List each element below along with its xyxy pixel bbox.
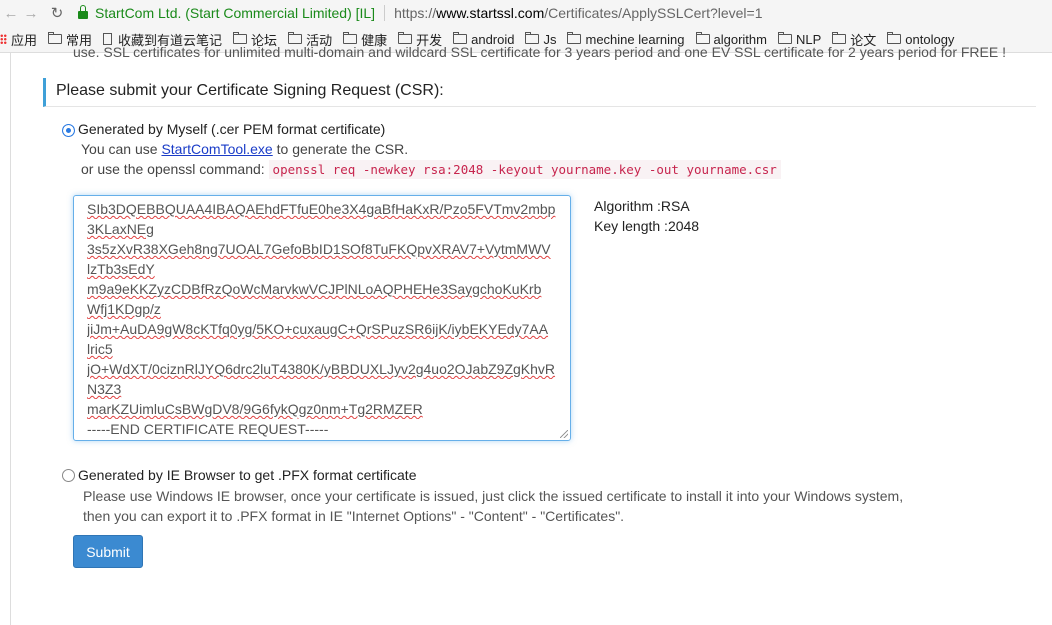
csr-line: N3Z3	[87, 381, 122, 397]
folder-icon	[887, 32, 902, 44]
folder-icon	[48, 32, 63, 44]
csr-line: lric5	[87, 341, 113, 357]
folder-icon	[453, 32, 468, 44]
back-icon[interactable]: ←	[2, 5, 20, 22]
page-content: use. SSL certificates for unlimited mult…	[10, 44, 1052, 625]
help-text: You can use	[81, 141, 162, 157]
csr-line: lzTb3sEdY	[87, 261, 155, 277]
csr-line: 3s5zXvR38XGeh8ng7UOAL7GefoBbID1SOf8TuFKQ…	[87, 241, 551, 257]
section-header: Please submit your Certificate Signing R…	[43, 78, 1036, 107]
option-ie-label[interactable]: Generated by IE Browser to get .PFX form…	[78, 467, 416, 483]
key-info: Algorithm :RSA Key length :2048	[594, 196, 699, 236]
folder-icon	[777, 32, 792, 44]
folder-icon	[525, 32, 540, 44]
intro-text-cut: use. SSL certificates for unlimited mult…	[73, 44, 1006, 60]
url-scheme: https://	[394, 5, 437, 21]
algorithm-label: Algorithm :RSA	[594, 198, 690, 214]
submit-button[interactable]: Submit	[73, 535, 143, 568]
radio-ie-browser[interactable]	[62, 469, 75, 482]
csr-line: SIb3DQEBBQUAA4IBAQAEhdFTfuE0he3X4gaBfHaK…	[87, 201, 556, 217]
certificate-org[interactable]: StartCom Ltd. (Start Commercial Limited)…	[95, 5, 375, 21]
resize-handle-icon[interactable]	[560, 430, 568, 438]
folder-icon	[288, 32, 303, 44]
description-line: Please use Windows IE browser, once your…	[83, 488, 904, 504]
csr-textarea[interactable]: SIb3DQEBBQUAA4IBAQAEhdFTfuE0he3X4gaBfHaK…	[73, 195, 571, 441]
address-bar: ← → ↻ StartCom Ltd. (Start Commercial Li…	[0, 0, 1052, 26]
description-line: then you can export it to .PFX format in…	[83, 508, 625, 524]
help-text: to generate the CSR.	[272, 141, 409, 157]
openssl-command: openssl req -newkey rsa:2048 -keyout you…	[268, 160, 781, 179]
folder-icon	[567, 32, 582, 44]
lock-icon	[78, 5, 88, 19]
folder-icon	[398, 32, 413, 44]
folder-icon	[695, 32, 710, 44]
bookmark-apps[interactable]: 应用	[0, 30, 37, 49]
option-myself-openssl: or use the openssl command: openssl req …	[81, 160, 781, 179]
csr-line: -----END CERTIFICATE REQUEST-----	[87, 421, 329, 437]
divider	[384, 5, 386, 21]
csr-line: 3KLaxNEg	[87, 221, 154, 237]
csr-line: Wfj1KDgp/z	[87, 301, 161, 317]
bookmark-label: 应用	[11, 32, 38, 48]
option-myself-help: You can use StartComTool.exe to generate…	[81, 141, 408, 157]
url-domain: www.startssl.com	[436, 5, 545, 21]
folder-icon	[233, 32, 248, 44]
folder-icon	[343, 32, 358, 44]
reload-icon[interactable]: ↻	[46, 4, 68, 22]
csr-line: jO+WdXT/0ciznRlJYQ6drc2luT4380K/yBBDUXLJ…	[87, 361, 556, 377]
url-field[interactable]: https://www.startssl.com/Certificates/Ap…	[394, 5, 762, 21]
forward-icon[interactable]: →	[22, 5, 40, 22]
csr-line: m9a9eKKZyzCDBfRzQoWcMarvkwVCJPlNLoAQPHEH…	[87, 281, 542, 297]
csr-line: jiJm+AuDA9gW8cKTfq0yg/5KO+cuxaugC+QrSPuz…	[87, 321, 549, 337]
help-text: or use the openssl command:	[81, 161, 265, 177]
folder-icon	[832, 32, 847, 44]
radio-generated-by-myself[interactable]	[62, 124, 75, 137]
apps-icon	[0, 34, 7, 44]
option-ie-description: Please use Windows IE browser, once your…	[83, 486, 903, 526]
csr-line: marKZUimluCsBWgDV8/9G6fykQgz0nm+Tg2RMZER	[87, 401, 423, 417]
url-path: /Certificates/ApplySSLCert?level=1	[544, 5, 763, 21]
option-myself-label[interactable]: Generated by Myself (.cer PEM format cer…	[78, 121, 385, 137]
key-length-label: Key length :2048	[594, 218, 700, 234]
startcomtool-link[interactable]: StartComTool.exe	[161, 141, 272, 157]
section-title: Please submit your Certificate Signing R…	[56, 82, 444, 99]
